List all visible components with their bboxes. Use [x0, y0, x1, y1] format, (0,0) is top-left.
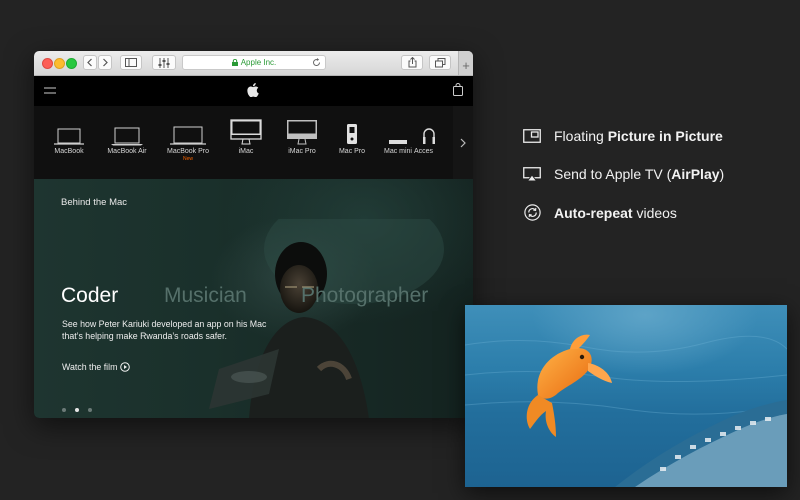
goldfish-shape — [526, 334, 612, 437]
carousel-dot-active[interactable] — [75, 408, 79, 412]
new-badge: New — [182, 156, 193, 162]
carousel-dots — [62, 408, 92, 412]
zoom-window-button[interactable] — [66, 58, 77, 69]
strip-next-button[interactable] — [453, 106, 473, 179]
lock-icon — [231, 59, 238, 66]
address-text: Apple Inc. — [240, 58, 277, 67]
product-label: iMac — [238, 148, 254, 155]
watch-film-link[interactable]: Watch the film — [62, 362, 131, 372]
feature-text: Send to Apple TV (AirPlay) — [554, 166, 724, 182]
shopping-bag-icon[interactable] — [453, 83, 463, 96]
imac-icon — [230, 119, 262, 145]
feature-text-bold: AirPlay — [671, 166, 720, 182]
feature-airplay: Send to Apple TV (AirPlay) — [521, 166, 724, 182]
browser-window: Apple Inc. + MacBook MacBook Air MacBook… — [34, 51, 473, 418]
macbook-air-icon — [111, 127, 143, 146]
product-label: MacBook Air — [107, 148, 147, 155]
chevron-left-icon — [87, 58, 92, 67]
role-tab[interactable]: Musician — [164, 284, 247, 308]
carousel-dot[interactable] — [88, 408, 92, 412]
back-button[interactable] — [83, 55, 97, 70]
close-window-button[interactable] — [42, 58, 53, 69]
apple-global-nav — [34, 76, 473, 106]
pip-video-frame — [465, 334, 787, 487]
tabs-icon — [434, 57, 445, 67]
feature-text-pre: Floating — [554, 128, 608, 144]
forward-button[interactable] — [98, 55, 112, 70]
watch-film-label: Watch the film — [62, 362, 118, 372]
browser-toolbar: Apple Inc. + — [34, 51, 473, 76]
chevron-right-icon — [460, 138, 466, 147]
sidebar-icon — [125, 58, 137, 67]
apple-logo-icon[interactable] — [247, 83, 259, 97]
feature-text-bold: Picture in Picture — [607, 128, 723, 144]
hero-banner: Behind the Mac Coder Musician Photograph… — [34, 179, 473, 418]
accessories-icon — [423, 128, 435, 144]
feature-text: Floating Picture in Picture — [554, 128, 723, 144]
product-label: MacBook Pro — [166, 148, 210, 155]
product-macbook-pro[interactable]: MacBook Pro New — [158, 106, 218, 162]
sidebar-button[interactable] — [120, 55, 142, 70]
carousel-dot[interactable] — [62, 408, 66, 412]
mac-mini-icon — [389, 140, 407, 144]
product-macbook[interactable]: MacBook — [39, 106, 99, 155]
product-strip: MacBook MacBook Air MacBook Pro New iMac… — [34, 106, 473, 180]
product-label: Acces — [414, 148, 434, 155]
feature-text-post: ) — [719, 166, 725, 182]
macbook-icon — [54, 128, 84, 145]
product-accessories[interactable]: Acces — [414, 106, 454, 155]
extensions-button[interactable] — [152, 55, 176, 70]
product-macbook-air[interactable]: MacBook Air — [97, 106, 157, 155]
mac-pro-icon — [347, 124, 357, 144]
hero-eyebrow: Behind the Mac — [61, 197, 128, 208]
airplay-icon — [521, 166, 543, 182]
product-imac[interactable]: iMac — [216, 106, 276, 155]
product-label: MacBook — [54, 148, 84, 155]
macbook-pro-icon — [170, 126, 206, 145]
role-tab-active[interactable]: Coder — [61, 284, 118, 307]
feature-text: Auto-repeat videos — [554, 205, 677, 221]
feature-text-bold: Auto-repeat — [554, 204, 633, 221]
imac-pro-icon — [287, 120, 317, 145]
feature-text-pre: Send to Apple TV ( — [554, 166, 672, 182]
share-button[interactable] — [401, 55, 423, 70]
repeat-icon — [521, 204, 543, 221]
reload-icon[interactable] — [312, 58, 321, 67]
pip-video-window[interactable] — [465, 305, 787, 487]
hero-description: See how Peter Kariuki developed an app o… — [62, 319, 267, 341]
tabs-overview-button[interactable] — [429, 55, 451, 70]
menu-icon[interactable] — [44, 87, 56, 94]
feature-pip: Floating Picture in Picture — [521, 128, 723, 144]
minimize-window-button[interactable] — [54, 58, 65, 69]
role-tab[interactable]: Photographer — [301, 284, 428, 308]
feature-text-post: videos — [632, 204, 677, 221]
share-icon — [408, 57, 416, 68]
hero-roles: Coder Musician Photographer — [61, 284, 428, 308]
address-bar[interactable]: Apple Inc. — [182, 55, 326, 70]
sliders-icon — [158, 57, 170, 68]
chevron-right-icon — [103, 58, 108, 67]
picture-in-picture-icon — [521, 129, 543, 143]
play-circle-icon — [120, 362, 131, 372]
feature-auto-repeat: Auto-repeat videos — [521, 204, 677, 221]
new-tab-button[interactable]: + — [458, 51, 473, 75]
